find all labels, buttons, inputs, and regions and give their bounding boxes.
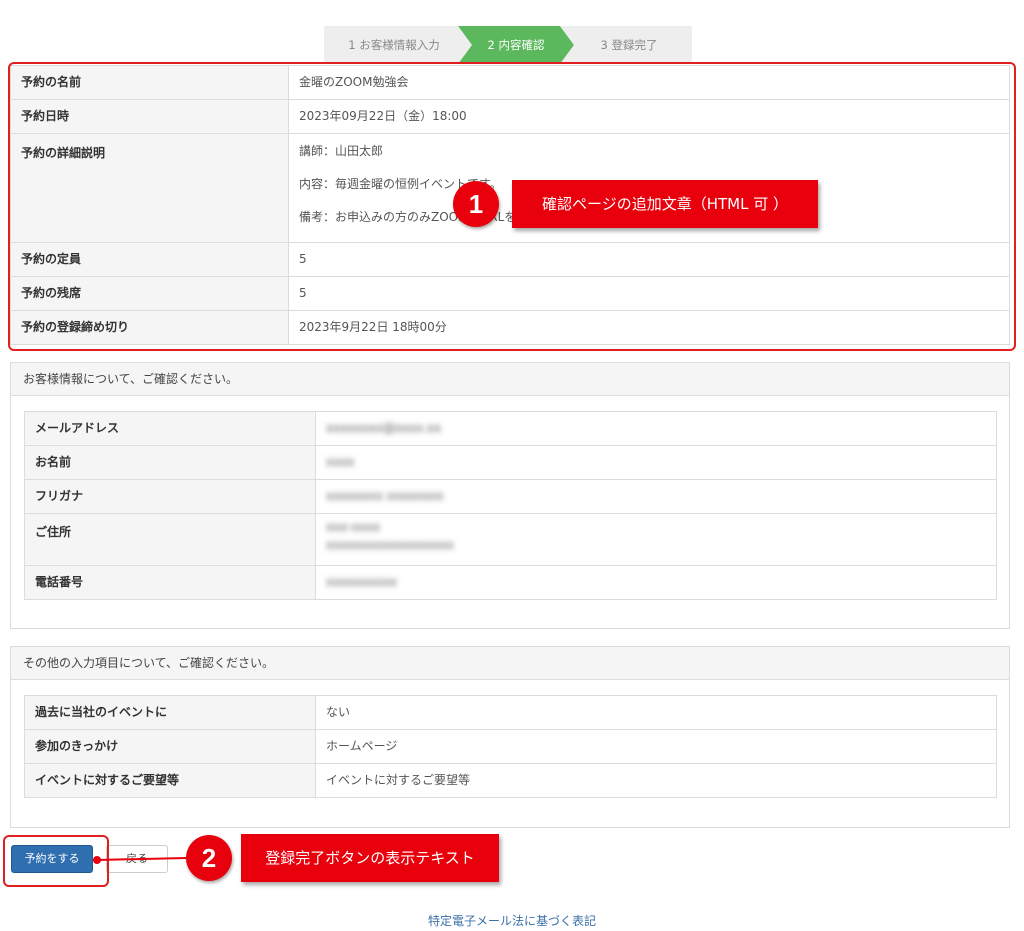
annotation-label-1: 確認ページの追加文章（HTML 可 ） <box>512 180 818 228</box>
connector-line <box>96 857 187 861</box>
connector-dot <box>93 856 101 864</box>
annotation-number-2: 2 <box>186 835 232 881</box>
annotation-connector <box>93 856 187 864</box>
annotation-number-1: 1 <box>453 181 499 227</box>
annotation-label-2: 登録完了ボタンの表示テキスト <box>241 834 499 882</box>
